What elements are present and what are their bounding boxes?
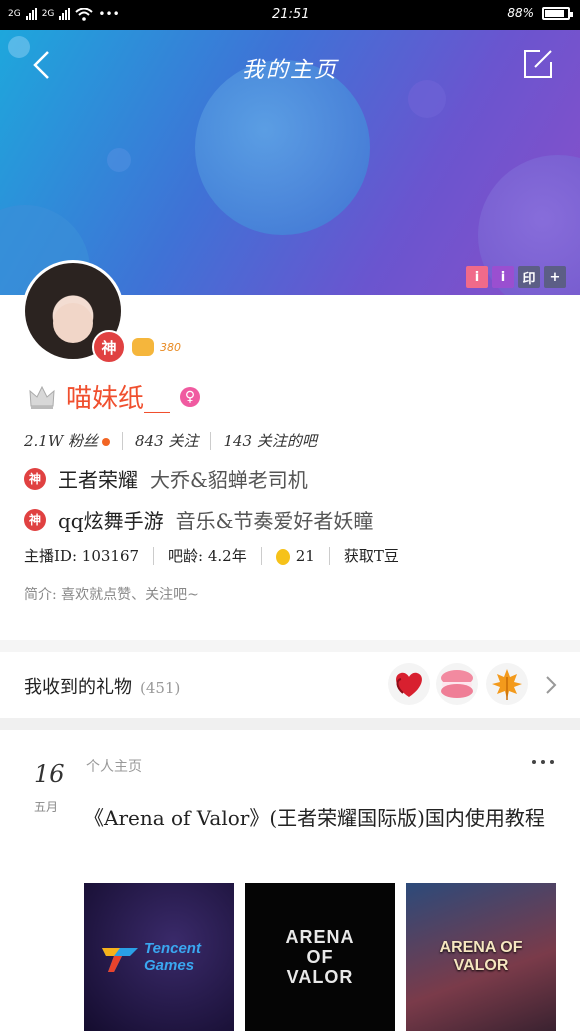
info-badge-purple[interactable]: i (492, 266, 514, 288)
crown-icon (29, 385, 55, 409)
following-count[interactable]: 843 关注 (135, 430, 198, 451)
honor-tag[interactable]: 神 王者荣耀 大乔&貂蝉老司机 (24, 464, 308, 493)
wifi-icon (75, 7, 94, 21)
new-fans-dot (102, 438, 111, 446)
post-day: 16 (34, 760, 65, 788)
post-title[interactable]: 《Arena of Valor》(王者荣耀国际版)国内使用教程 (84, 800, 554, 836)
level-icon (132, 338, 154, 356)
honor-title: 音乐&节奏爱好者妖瞳 (175, 509, 374, 533)
coin-icon (275, 548, 290, 565)
follow-stats: 2.1W 粉丝 843 关注 143 关注的吧 (24, 430, 317, 451)
gifts-count: (451) (140, 679, 181, 697)
decor-bubble (107, 148, 131, 172)
status-bar: 2G 2G ••• 21:51 88% (0, 0, 580, 30)
decor-bubble (195, 60, 370, 235)
god-badge-small: 神 (24, 508, 46, 531)
heart-gift-icon (388, 663, 430, 705)
signal-icon-2 (59, 8, 71, 20)
post-image-thumbnail[interactable]: ARENA OF VALOR (406, 883, 556, 1031)
tencent-games-logo-icon (102, 948, 138, 972)
post-image-thumbnail[interactable]: Tencent Games (84, 883, 234, 1031)
more-options-icon[interactable] (532, 760, 554, 764)
profile-meta: 主播ID: 103167 吧龄: 4.2年 21 获取T豆 (24, 545, 399, 566)
anchor-id: 主播ID: 103167 (24, 547, 140, 565)
post-card[interactable]: 16 五月 个人主页 《Arena of Valor》(王者荣耀国际版)国内使用… (0, 730, 580, 1031)
macaron-gift-icon (436, 663, 478, 705)
post-month: 五月 (34, 800, 59, 814)
section-divider (0, 640, 580, 652)
honor-game: 王者荣耀 (58, 468, 138, 492)
decor-bubble (408, 80, 446, 118)
thumb-caption: ARENA OF VALOR (285, 927, 355, 987)
section-divider (0, 718, 580, 730)
followed-bars-count[interactable]: 143 关注的吧 (223, 430, 316, 451)
fans-count[interactable]: 2.1W 粉丝 (24, 430, 111, 451)
info-badge-pink[interactable]: i (466, 266, 488, 288)
username: 喵妹纸__ (66, 384, 171, 414)
honor-tag[interactable]: 神 qq炫舞手游 音乐&节奏爱好者妖瞳 (24, 505, 373, 534)
user-level[interactable]: 380 (132, 338, 181, 356)
gifts-row[interactable]: 我收到的礼物 (451) (0, 653, 580, 718)
god-badge: 神 (92, 330, 126, 364)
seal-badge[interactable]: 印 (518, 266, 540, 288)
maple-leaf-gift-icon (486, 663, 528, 705)
clock: 21:51 (272, 7, 310, 22)
coin-count: 21 (295, 546, 315, 565)
more-status-icon: ••• (98, 7, 120, 21)
chevron-right-icon (546, 676, 557, 694)
page-title: 我的主页 (241, 58, 338, 83)
god-badge-small: 神 (24, 467, 46, 490)
profile-intro: 简介: 喜欢就点赞、关注吧~ (24, 587, 199, 603)
name-row: 喵妹纸__ ♀ (28, 378, 201, 415)
signal-icon (25, 8, 37, 20)
level-value: 380 (160, 340, 181, 354)
female-gender-icon: ♀ (180, 386, 201, 407)
edit-icon[interactable] (522, 48, 554, 80)
gifts-label: 我收到的礼物 (24, 677, 132, 698)
thumb-caption: ARENA OF VALOR (439, 939, 523, 974)
thumb-caption: Tencent Games (144, 940, 201, 974)
signal-label-1: 2G (8, 9, 21, 19)
honor-game: qq炫舞手游 (58, 509, 164, 533)
post-source: 个人主页 (86, 759, 142, 775)
post-image-thumbnail[interactable]: ARENA OF VALOR (245, 883, 395, 1031)
signal-label-2: 2G (41, 9, 55, 19)
header-badges: i i 印 + (466, 266, 566, 288)
bar-age: 吧龄: 4.2年 (168, 547, 247, 565)
t-coins[interactable]: 21 (275, 546, 315, 565)
profile-header: 我的主页 i i 印 + (0, 30, 580, 295)
add-badge[interactable]: + (544, 266, 566, 288)
battery-icon (542, 6, 573, 20)
honor-title: 大乔&貂蝉老司机 (150, 468, 308, 492)
fans-label: 2.1W 粉丝 (24, 432, 99, 450)
get-coins-link[interactable]: 获取T豆 (344, 545, 399, 566)
battery-percent: 88% (507, 6, 534, 20)
